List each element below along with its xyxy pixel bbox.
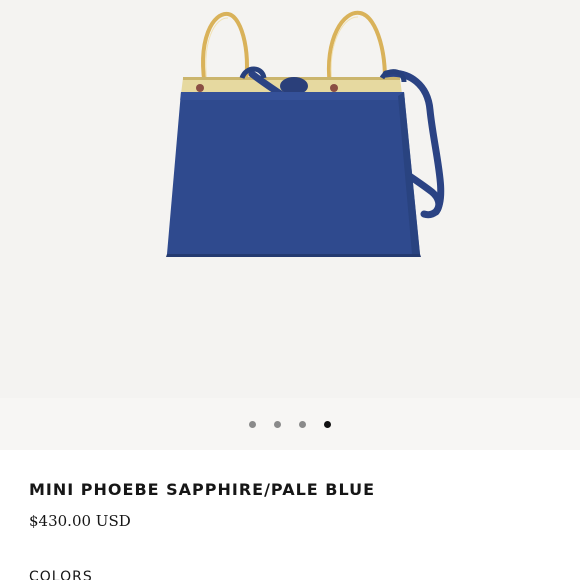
carousel-pagination (0, 398, 580, 450)
carousel-dot-4[interactable] (324, 420, 331, 428)
bag-body (167, 92, 420, 254)
carousel-dot-1[interactable] (249, 420, 256, 428)
colors-heading: COLORS (29, 569, 93, 580)
product-image-gallery[interactable] (0, 0, 580, 398)
product-title: MINI PHOEBE SAPPHIRE/PALE BLUE (29, 480, 376, 499)
carousel-dot-2[interactable] (274, 420, 281, 428)
carousel-dot-3[interactable] (299, 420, 306, 428)
product-image[interactable] (0, 0, 580, 398)
product-price: $430.00 USD (29, 512, 131, 530)
product-info: MINI PHOEBE SAPPHIRE/PALE BLUE $430.00 U… (0, 450, 580, 580)
